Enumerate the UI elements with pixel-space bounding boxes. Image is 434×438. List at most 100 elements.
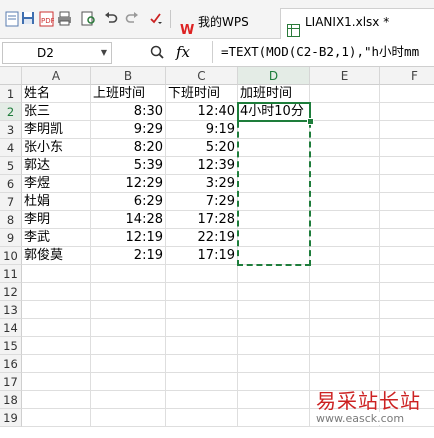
table-cell[interactable] — [380, 301, 434, 319]
table-cell[interactable] — [91, 265, 166, 283]
row-header[interactable]: 11 — [0, 265, 22, 283]
select-all-corner[interactable] — [0, 67, 22, 85]
table-cell[interactable]: 9:29 — [91, 121, 166, 139]
table-cell[interactable] — [310, 121, 380, 139]
table-cell[interactable]: 2:19 — [91, 247, 166, 265]
table-cell[interactable]: 李煜 — [22, 175, 91, 193]
table-cell[interactable] — [310, 265, 380, 283]
table-cell[interactable] — [380, 247, 434, 265]
table-cell[interactable] — [380, 139, 434, 157]
table-cell[interactable] — [91, 391, 166, 409]
table-cell[interactable] — [310, 211, 380, 229]
table-cell[interactable] — [380, 229, 434, 247]
undo-icon[interactable] — [103, 11, 119, 27]
insert-function-button[interactable]: fx — [176, 43, 190, 61]
column-header-d[interactable]: D — [238, 67, 310, 85]
column-header-b[interactable]: B — [91, 67, 166, 85]
row-header[interactable]: 14 — [0, 319, 22, 337]
table-cell[interactable]: 张三 — [22, 103, 91, 121]
table-cell[interactable] — [91, 373, 166, 391]
table-cell[interactable] — [22, 373, 91, 391]
table-cell[interactable]: 7:29 — [166, 193, 238, 211]
table-cell[interactable]: 12:40 — [166, 103, 238, 121]
row-header[interactable]: 17 — [0, 373, 22, 391]
row-header[interactable]: 4 — [0, 139, 22, 157]
row-header[interactable]: 10 — [0, 247, 22, 265]
table-cell[interactable] — [166, 301, 238, 319]
table-cell[interactable] — [310, 175, 380, 193]
table-cell[interactable]: 3:29 — [166, 175, 238, 193]
table-cell[interactable]: 下班时间 — [166, 85, 238, 103]
table-cell[interactable] — [22, 337, 91, 355]
table-cell[interactable] — [166, 337, 238, 355]
table-cell[interactable] — [166, 409, 238, 427]
table-cell[interactable]: 张小东 — [22, 139, 91, 157]
table-cell[interactable] — [22, 301, 91, 319]
table-cell[interactable]: 杜娟 — [22, 193, 91, 211]
table-cell[interactable] — [380, 85, 434, 103]
row-header[interactable]: 5 — [0, 157, 22, 175]
table-cell[interactable] — [238, 265, 310, 283]
column-header-a[interactable]: A — [22, 67, 91, 85]
chevron-down-icon[interactable]: ▼ — [101, 43, 107, 63]
row-header[interactable]: 18 — [0, 391, 22, 409]
table-cell[interactable]: 郭达 — [22, 157, 91, 175]
row-header[interactable]: 12 — [0, 283, 22, 301]
table-cell[interactable] — [238, 193, 310, 211]
tab-file[interactable]: LIANIX1.xlsx * — [280, 8, 434, 39]
table-cell[interactable] — [91, 319, 166, 337]
table-cell[interactable] — [310, 355, 380, 373]
table-cell[interactable] — [238, 391, 310, 409]
name-box[interactable]: D2 ▼ — [2, 42, 112, 64]
table-cell[interactable] — [238, 355, 310, 373]
table-cell[interactable] — [166, 319, 238, 337]
table-cell[interactable] — [310, 103, 380, 121]
table-cell[interactable] — [91, 301, 166, 319]
column-header-f[interactable]: F — [380, 67, 434, 85]
table-cell[interactable]: 14:28 — [91, 211, 166, 229]
print-icon[interactable] — [56, 11, 72, 27]
table-cell[interactable] — [238, 301, 310, 319]
row-header[interactable]: 7 — [0, 193, 22, 211]
table-cell[interactable]: 5:39 — [91, 157, 166, 175]
row-header[interactable]: 2 — [0, 103, 22, 121]
table-cell[interactable]: 9:19 — [166, 121, 238, 139]
table-cell[interactable] — [310, 301, 380, 319]
table-cell[interactable]: 5:20 — [166, 139, 238, 157]
table-cell[interactable] — [310, 319, 380, 337]
table-cell[interactable] — [166, 265, 238, 283]
table-cell[interactable] — [22, 391, 91, 409]
table-cell[interactable] — [22, 409, 91, 427]
table-cell[interactable] — [380, 283, 434, 301]
table-cell[interactable]: 22:19 — [166, 229, 238, 247]
row-header[interactable]: 15 — [0, 337, 22, 355]
table-cell[interactable] — [238, 283, 310, 301]
table-cell[interactable]: 17:19 — [166, 247, 238, 265]
table-cell[interactable] — [380, 103, 434, 121]
row-header[interactable]: 6 — [0, 175, 22, 193]
table-cell[interactable] — [310, 193, 380, 211]
table-cell[interactable] — [166, 391, 238, 409]
table-cell[interactable] — [380, 319, 434, 337]
table-cell[interactable]: 12:39 — [166, 157, 238, 175]
table-cell[interactable]: 12:19 — [91, 229, 166, 247]
table-cell[interactable] — [91, 337, 166, 355]
formula-input[interactable]: =TEXT(MOD(C2-B2,1),"h小时mm — [212, 41, 434, 63]
table-cell[interactable] — [238, 139, 310, 157]
table-cell[interactable] — [380, 337, 434, 355]
table-cell[interactable] — [238, 337, 310, 355]
table-cell[interactable] — [238, 409, 310, 427]
row-header[interactable]: 8 — [0, 211, 22, 229]
table-cell[interactable] — [310, 337, 380, 355]
table-cell[interactable] — [22, 283, 91, 301]
table-cell[interactable] — [238, 247, 310, 265]
row-header[interactable]: 9 — [0, 229, 22, 247]
table-cell[interactable] — [310, 229, 380, 247]
tab-my-wps[interactable]: W 我的WPS — [178, 7, 272, 38]
customize-toolbar-icon[interactable] — [148, 11, 164, 27]
table-cell[interactable]: 李明凯 — [22, 121, 91, 139]
table-cell[interactable] — [380, 175, 434, 193]
table-cell[interactable] — [310, 85, 380, 103]
table-cell[interactable] — [380, 121, 434, 139]
redo-icon[interactable] — [124, 11, 140, 27]
